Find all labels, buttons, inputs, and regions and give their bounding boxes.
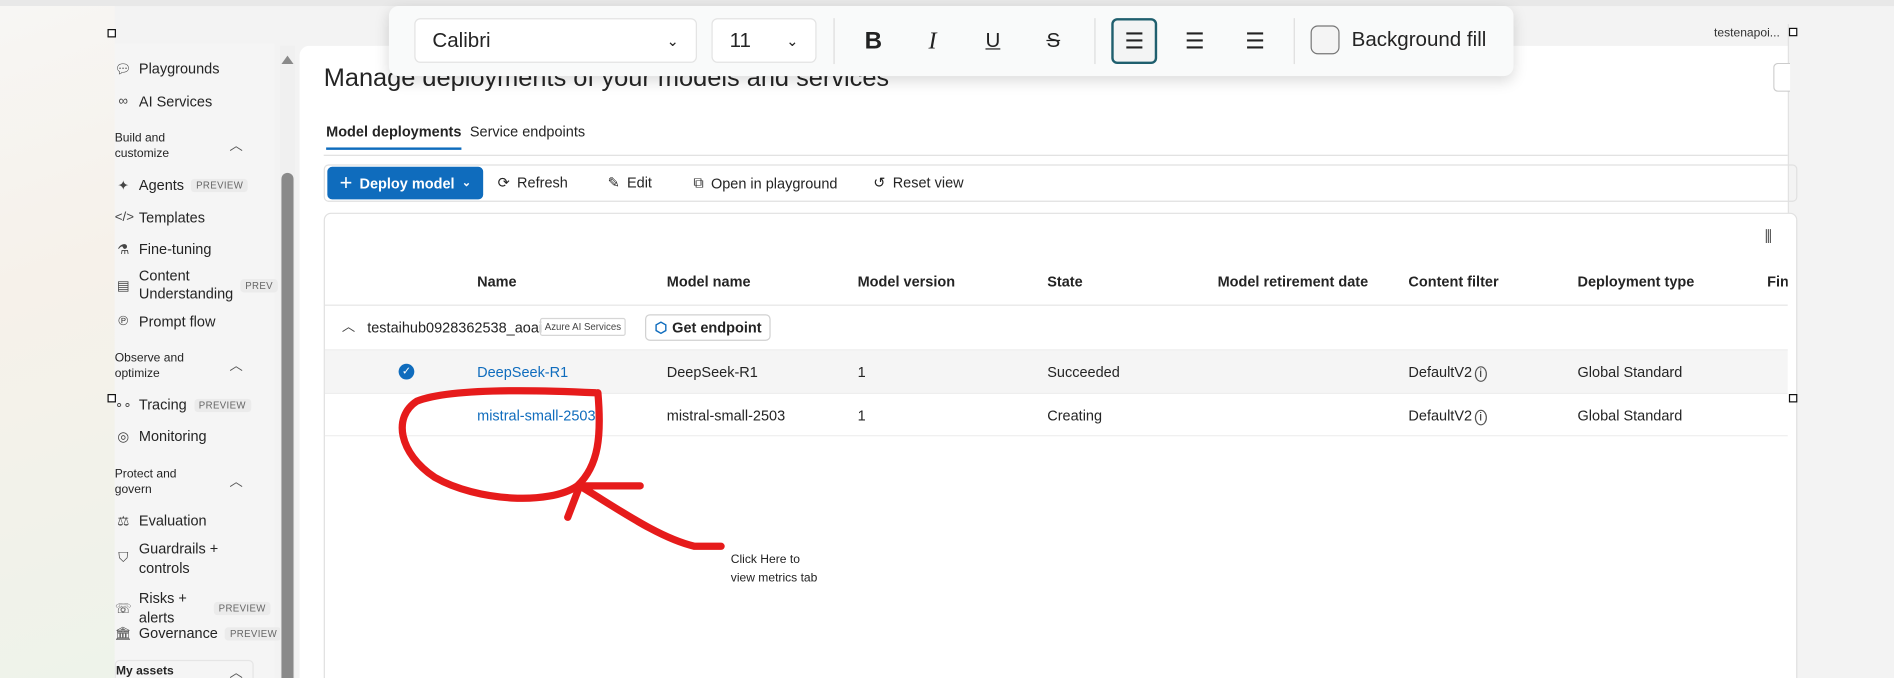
font-family-dropdown[interactable]: Calibri ⌄ — [414, 18, 697, 63]
bold-button[interactable]: B — [852, 23, 895, 59]
align-right-icon: ☰ — [1245, 28, 1265, 53]
screenshot: 💬︎ Playgrounds ∞ AI Services Build and cus… — [0, 0, 1894, 678]
background-fill-checkbox[interactable] — [1310, 25, 1340, 55]
align-left-button[interactable]: ☰ — [1111, 18, 1158, 65]
align-right-button[interactable]: ☰ — [1233, 23, 1276, 59]
underline-button[interactable]: U — [971, 23, 1014, 59]
selection-handle[interactable] — [107, 29, 116, 38]
background-fill-label: Background fill — [1351, 27, 1487, 51]
red-annotation-drawing — [398, 387, 725, 550]
selection-handle[interactable] — [107, 394, 116, 403]
strikethrough-button[interactable]: S — [1032, 23, 1075, 59]
separator — [1293, 18, 1295, 65]
chevron-down-icon: ⌄ — [666, 32, 679, 49]
selection-handle[interactable] — [1788, 27, 1798, 37]
format-toolbar: Calibri ⌄ 11 ⌄ B I U S ☰ ☰ ☰ Background fi… — [388, 6, 1514, 77]
font-size-dropdown[interactable]: 11 ⌄ — [711, 18, 817, 63]
separator — [833, 18, 835, 65]
selection-handle[interactable] — [1788, 394, 1798, 403]
italic-button[interactable]: I — [911, 23, 954, 59]
align-center-icon: ☰ — [1184, 28, 1205, 53]
annotation-text: Click Here to view metrics tab — [730, 553, 818, 585]
chevron-down-icon: ⌄ — [786, 32, 799, 49]
separator — [1094, 18, 1096, 65]
align-left-icon: ☰ — [1124, 28, 1144, 53]
align-center-button[interactable]: ☰ — [1173, 23, 1216, 59]
